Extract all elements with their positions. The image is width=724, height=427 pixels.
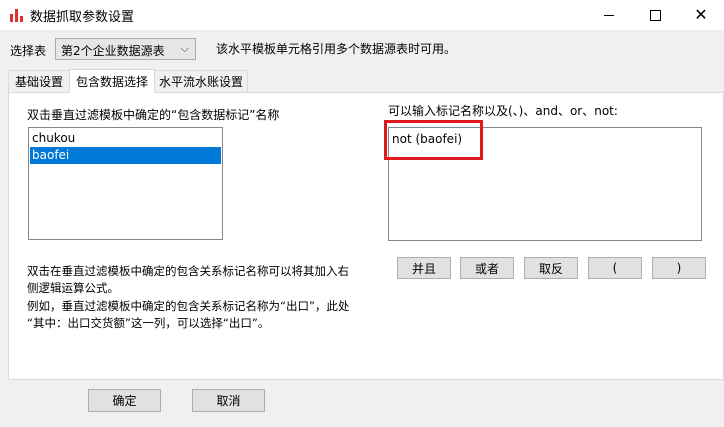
button-label: ( — [612, 261, 618, 275]
button-label: 取消 — [216, 394, 241, 408]
button-label: 取反 — [538, 261, 563, 276]
close-icon: ✕ — [694, 5, 708, 24]
highlight-box — [384, 120, 483, 160]
table-select[interactable]: 第2个企业数据源表 ⌵ — [55, 38, 196, 60]
help-line-1: 双击在垂直过滤模板中确定的包含关系标记名称可以将其加入右 — [27, 264, 349, 278]
window-title: 数据抓取参数设置 — [30, 10, 135, 25]
open-paren-button[interactable]: ( — [588, 257, 642, 279]
minimize-button[interactable] — [586, 0, 632, 30]
maximize-button[interactable] — [632, 0, 678, 30]
ok-button[interactable]: 确定 — [88, 389, 161, 412]
button-label: 或者 — [474, 261, 499, 276]
cancel-button[interactable]: 取消 — [192, 389, 265, 412]
minimize-icon — [604, 14, 614, 16]
tab-horizontal-ledger[interactable]: 水平流水账设置 — [154, 70, 248, 92]
help-line-4: “其中：出口交货额”这一列，可以选择“出口”。 — [27, 316, 270, 330]
button-label: ) — [676, 261, 682, 275]
select-hint: 该水平模板单元格引用多个数据源表时可用。 — [216, 42, 457, 56]
button-label: 确定 — [112, 394, 137, 408]
tab-basic-settings[interactable]: 基础设置 — [8, 70, 70, 92]
select-table-label: 选择表 — [10, 44, 47, 58]
active-tab-joiner — [70, 91, 154, 94]
title-bar: 数据抓取参数设置 ✕ — [0, 0, 724, 30]
bar-chart-icon — [9, 8, 23, 22]
tab-label: 水平流水账设置 — [158, 75, 243, 89]
tab-label: 基础设置 — [14, 75, 63, 89]
chevron-down-icon: ⌵ — [180, 42, 189, 55]
not-button[interactable]: 取反 — [524, 257, 578, 279]
or-button[interactable]: 或者 — [460, 257, 514, 279]
left-panel-heading: 双击垂直过滤模板中确定的“包含数据标记”名称 — [27, 108, 280, 122]
tab-include-data[interactable]: 包含数据选择 — [69, 69, 155, 93]
close-paren-button[interactable]: ) — [652, 257, 706, 279]
and-button[interactable]: 并且 — [397, 257, 451, 279]
table-select-value: 第2个企业数据源表 — [61, 44, 165, 58]
close-button[interactable]: ✕ — [678, 0, 724, 30]
list-item[interactable]: chukou — [30, 130, 221, 147]
right-panel-heading: 可以输入标记名称以及(、)、and、or、not: — [388, 104, 618, 118]
help-line-2: 侧逻辑运算公式。 — [27, 281, 119, 295]
button-label: 并且 — [411, 261, 436, 276]
list-item[interactable]: baofei — [30, 147, 221, 164]
tag-listbox[interactable]: chukou baofei — [28, 127, 223, 240]
maximize-icon — [649, 9, 661, 21]
tab-label: 包含数据选择 — [75, 75, 148, 89]
help-line-3: 例如，垂直过滤模板中确定的包含关系标记名称为“出口”，此处 — [27, 299, 350, 313]
